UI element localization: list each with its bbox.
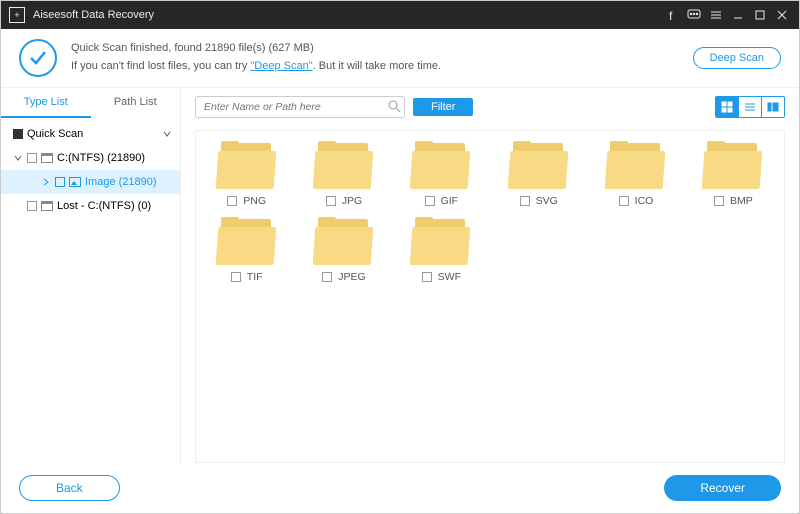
footer: Back Recover <box>1 463 799 513</box>
folder-grid-container[interactable]: PNG JPG GIF SVG ICO BMP TIF JPEG SWF <box>195 130 785 463</box>
folder-icon <box>217 141 277 189</box>
folder-item[interactable]: SVG <box>494 141 583 207</box>
folder-name: ICO <box>635 195 654 207</box>
sidebar: Type List Path List Quick Scan C:(NTFS) … <box>1 88 181 463</box>
checkbox[interactable] <box>520 196 530 206</box>
maximize-button[interactable] <box>749 4 771 26</box>
checkbox[interactable] <box>231 272 241 282</box>
folder-name: PNG <box>243 195 266 207</box>
checkbox[interactable] <box>322 272 332 282</box>
folder-icon <box>314 217 374 265</box>
checkbox[interactable] <box>714 196 724 206</box>
checkbox[interactable] <box>326 196 336 206</box>
app-window: + Aiseesoft Data Recovery f Quick Scan f… <box>0 0 800 514</box>
folder-item[interactable]: PNG <box>202 141 291 207</box>
checkbox[interactable] <box>425 196 435 206</box>
image-icon <box>69 177 81 187</box>
drive-icon <box>41 201 53 211</box>
folder-icon <box>411 141 471 189</box>
folder-icon <box>606 141 666 189</box>
folder-item[interactable]: SWF <box>397 217 486 283</box>
back-button[interactable]: Back <box>19 475 120 501</box>
folder-item[interactable]: TIF <box>202 217 291 283</box>
file-tree: Quick Scan C:(NTFS) (21890) Image <box>1 118 180 218</box>
tree-drive[interactable]: C:(NTFS) (21890) <box>1 146 180 170</box>
checkbox[interactable] <box>27 153 37 163</box>
folder-icon <box>217 217 277 265</box>
folder-icon <box>703 141 763 189</box>
view-list-button[interactable] <box>739 97 761 117</box>
scan-summary-line: Quick Scan finished, found 21890 file(s)… <box>71 40 693 58</box>
folder-item[interactable]: ICO <box>591 141 680 207</box>
checkbox[interactable] <box>13 129 23 139</box>
close-button[interactable] <box>771 4 793 26</box>
folder-name: JPEG <box>338 271 365 283</box>
checkbox[interactable] <box>422 272 432 282</box>
folder-item[interactable]: JPEG <box>299 217 388 283</box>
tree-image-category[interactable]: Image (21890) <box>1 170 180 194</box>
search-icon[interactable] <box>387 99 401 118</box>
check-icon <box>19 39 57 77</box>
titlebar: + Aiseesoft Data Recovery f <box>1 1 799 29</box>
folder-name: TIF <box>247 271 263 283</box>
menu-icon[interactable] <box>705 4 727 26</box>
tab-path-list[interactable]: Path List <box>91 88 181 118</box>
app-title: Aiseesoft Data Recovery <box>33 9 661 21</box>
search-box <box>195 96 405 118</box>
folder-name: BMP <box>730 195 753 207</box>
deep-scan-button[interactable]: Deep Scan <box>693 47 781 69</box>
checkbox[interactable] <box>27 201 37 211</box>
view-toggle <box>715 96 785 118</box>
view-detail-button[interactable] <box>762 97 784 117</box>
chevron-right-icon[interactable] <box>41 177 51 187</box>
chevron-down-icon[interactable] <box>13 153 23 163</box>
scan-status-text: Quick Scan finished, found 21890 file(s)… <box>71 40 693 75</box>
folder-item[interactable]: BMP <box>689 141 778 207</box>
app-logo: + <box>9 7 25 23</box>
drive-icon <box>41 153 53 163</box>
recover-button[interactable]: Recover <box>664 475 781 501</box>
sidebar-tabs: Type List Path List <box>1 88 180 118</box>
filter-button[interactable]: Filter <box>413 98 473 116</box>
checkbox[interactable] <box>55 177 65 187</box>
folder-name: GIF <box>441 195 459 207</box>
folder-icon <box>411 217 471 265</box>
main-area: Type List Path List Quick Scan C:(NTFS) … <box>1 87 799 463</box>
tab-type-list[interactable]: Type List <box>1 88 91 118</box>
deep-scan-link[interactable]: "Deep Scan" <box>250 60 312 72</box>
folder-item[interactable]: GIF <box>397 141 486 207</box>
tree-lost-drive[interactable]: Lost - C:(NTFS) (0) <box>1 194 180 218</box>
tree-root-quick-scan[interactable]: Quick Scan <box>1 122 180 146</box>
folder-name: SVG <box>536 195 558 207</box>
facebook-icon[interactable]: f <box>661 4 683 26</box>
folder-name: SWF <box>438 271 461 283</box>
folder-grid: PNG JPG GIF SVG ICO BMP TIF JPEG SWF <box>202 141 778 283</box>
folder-item[interactable]: JPG <box>299 141 388 207</box>
checkbox[interactable] <box>227 196 237 206</box>
folder-icon <box>509 141 569 189</box>
checkbox[interactable] <box>619 196 629 206</box>
feedback-icon[interactable] <box>683 4 705 26</box>
folder-name: JPG <box>342 195 362 207</box>
minimize-button[interactable] <box>727 4 749 26</box>
chevron-down-icon[interactable] <box>162 129 172 139</box>
content-toolbar: Filter <box>195 96 785 118</box>
scan-status-row: Quick Scan finished, found 21890 file(s)… <box>1 29 799 87</box>
view-grid-button[interactable] <box>716 97 738 117</box>
folder-icon <box>314 141 374 189</box>
svg-text:f: f <box>669 9 673 21</box>
search-input[interactable] <box>195 96 405 118</box>
content-pane: Filter PNG JPG GIF SVG ICO BMP TIF JPEG SWF <box>181 88 799 463</box>
scan-hint-line: If you can't find lost files, you can tr… <box>71 58 693 76</box>
